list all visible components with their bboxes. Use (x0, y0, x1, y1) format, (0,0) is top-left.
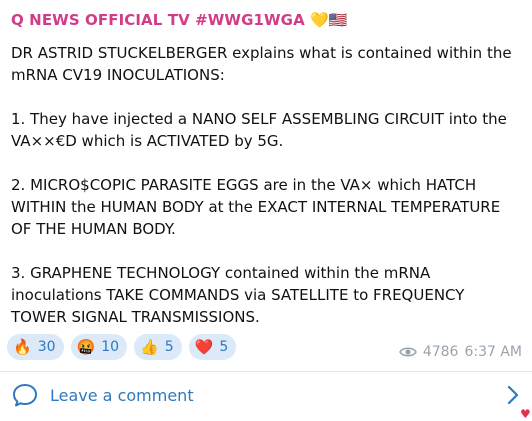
reaction-fire[interactable]: 🔥 30 (7, 334, 64, 360)
message-card: Q NEWS OFFICIAL TV #WWG1WGA 💛🇺🇸 DR ASTRI… (0, 0, 532, 420)
eye-icon (398, 347, 417, 357)
thumbs-up-icon: 👍 (140, 338, 159, 356)
channel-name-text: Q NEWS OFFICIAL TV #WWG1WGA (11, 11, 305, 29)
heart-icon: ♥ (520, 407, 531, 421)
message-paragraph: DR ASTRID STUCKELBERGER explains what is… (11, 44, 512, 84)
comment-bubble-icon (13, 384, 37, 407)
reaction-count: 10 (101, 339, 120, 355)
reaction-count: 5 (219, 339, 229, 355)
reaction-heart[interactable]: ❤️ 5 (188, 334, 237, 360)
cursing-face-icon: 🤬 (76, 338, 96, 356)
channel-name[interactable]: Q NEWS OFFICIAL TV #WWG1WGA 💛🇺🇸 (11, 11, 348, 29)
reaction-thumbs-up[interactable]: 👍 5 (134, 334, 182, 360)
fire-icon: 🔥 (13, 338, 32, 356)
message-meta: 4786 6:37 AM (398, 344, 522, 360)
chevron-right-icon (507, 385, 519, 405)
message-time: 6:37 AM (464, 344, 522, 360)
message-paragraph: 3. GRAPHENE TECHNOLOGY contained within … (11, 264, 465, 326)
reaction-count: 5 (164, 339, 174, 355)
channel-emojis: 💛🇺🇸 (310, 11, 348, 29)
message-text: DR ASTRID STUCKELBERGER explains what is… (11, 42, 523, 328)
view-count: 4786 (422, 344, 459, 360)
reaction-count: 30 (37, 339, 56, 355)
message-paragraph: 2. MICRO$COPIC PARASITE EGGS are in the … (11, 176, 501, 238)
reactions-bar: 🔥 30 🤬 10 👍 5 ❤️ 5 (7, 334, 237, 360)
leave-comment-label: Leave a comment (50, 386, 194, 405)
message-paragraph: 1. They have injected a NANO SELF ASSEMB… (11, 110, 507, 150)
heart-icon: ❤️ (194, 338, 214, 356)
reaction-cursing-face[interactable]: 🤬 10 (70, 334, 128, 360)
leave-comment-button[interactable]: Leave a comment (0, 372, 532, 420)
